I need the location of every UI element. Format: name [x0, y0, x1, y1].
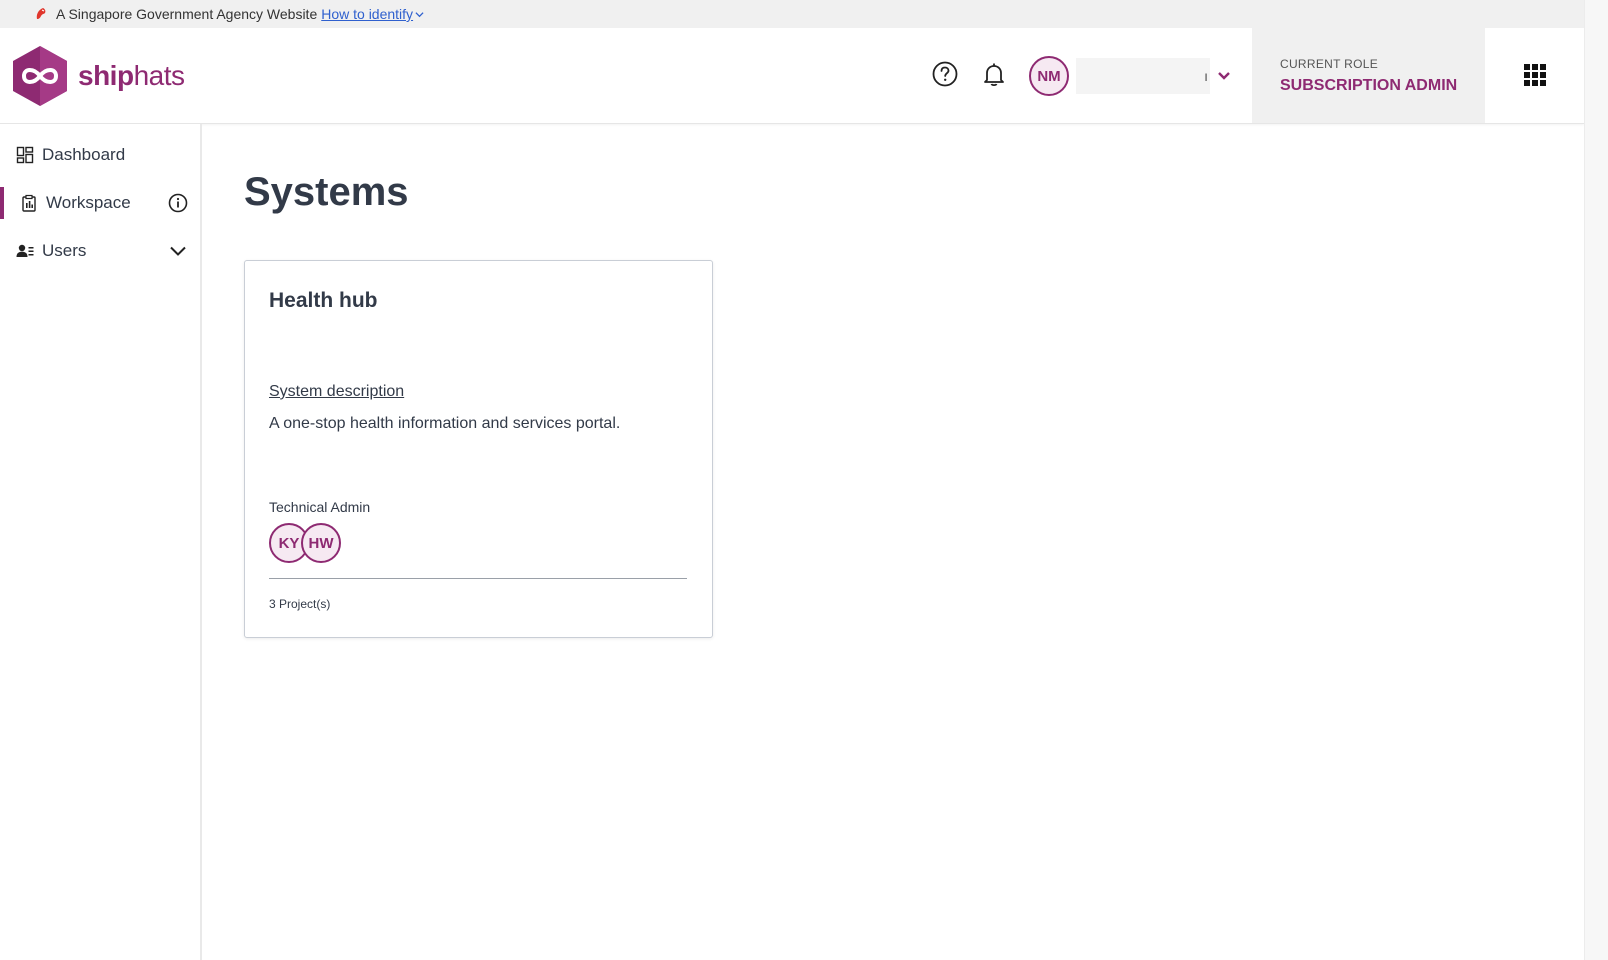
sidebar-item-dashboard[interactable]: Dashboard	[0, 135, 200, 175]
sidebar-item-label: Dashboard	[42, 145, 126, 164]
how-to-identify-link[interactable]: How to identify	[321, 6, 413, 22]
singapore-lion-icon	[36, 8, 46, 19]
sidebar-item-users[interactable]: Users	[0, 231, 200, 271]
users-icon	[16, 244, 34, 257]
system-card-title[interactable]: Health hub	[269, 289, 378, 313]
sidebar-item-label: Users	[42, 241, 87, 260]
technical-admin-label: Technical Admin	[269, 499, 371, 515]
sidebar-item-workspace[interactable]: Workspace	[0, 183, 200, 223]
system-card[interactable]: Health hub System description A one-stop…	[244, 260, 713, 638]
project-count: 3 Project(s)	[269, 597, 331, 611]
technical-admin-avatars: KY HW	[269, 523, 389, 563]
shiphats-hexagon-icon	[13, 46, 67, 106]
chevron-down-icon[interactable]	[1216, 68, 1232, 84]
clipboard-icon	[22, 194, 36, 212]
masthead-text: A Singapore Government Agency Website	[56, 6, 318, 22]
page-title: Systems	[244, 170, 409, 214]
help-icon[interactable]	[931, 60, 959, 88]
current-role-value: SUBSCRIPTION ADMIN	[1280, 77, 1458, 94]
app-grid-icon[interactable]	[1524, 64, 1546, 86]
sidebar: Dashboard Workspace Users	[0, 124, 202, 960]
info-icon[interactable]	[168, 193, 188, 213]
user-avatar[interactable]: NM	[1029, 56, 1069, 96]
current-role-label: CURRENT ROLE	[1280, 57, 1379, 71]
system-description-link[interactable]: System description	[269, 383, 404, 401]
admin-avatar[interactable]: HW	[301, 523, 341, 563]
dashboard-icon	[16, 146, 34, 164]
logo-wordmark-rest: hats	[133, 60, 185, 91]
scrollbar-track[interactable]	[1584, 0, 1608, 960]
sidebar-item-label: Workspace	[46, 193, 131, 212]
top-header: shiphats NM ı CURRENT ROLE SUBSCRIPTION …	[0, 28, 1584, 124]
bell-icon[interactable]	[980, 60, 1008, 88]
chevron-down-icon[interactable]	[415, 10, 424, 19]
card-divider	[269, 578, 687, 579]
chevron-down-icon[interactable]	[168, 241, 188, 261]
logo-wordmark: shiphats	[78, 60, 185, 92]
gov-masthead: A Singapore Government Agency Website Ho…	[0, 0, 1584, 28]
current-role-panel[interactable]: CURRENT ROLE SUBSCRIPTION ADMIN	[1252, 28, 1485, 123]
user-name[interactable]: ı	[1076, 58, 1210, 94]
system-description: A one-stop health information and servic…	[269, 415, 621, 432]
shiphats-logo[interactable]: shiphats	[10, 44, 185, 108]
logo-wordmark-bold: ship	[78, 60, 134, 91]
